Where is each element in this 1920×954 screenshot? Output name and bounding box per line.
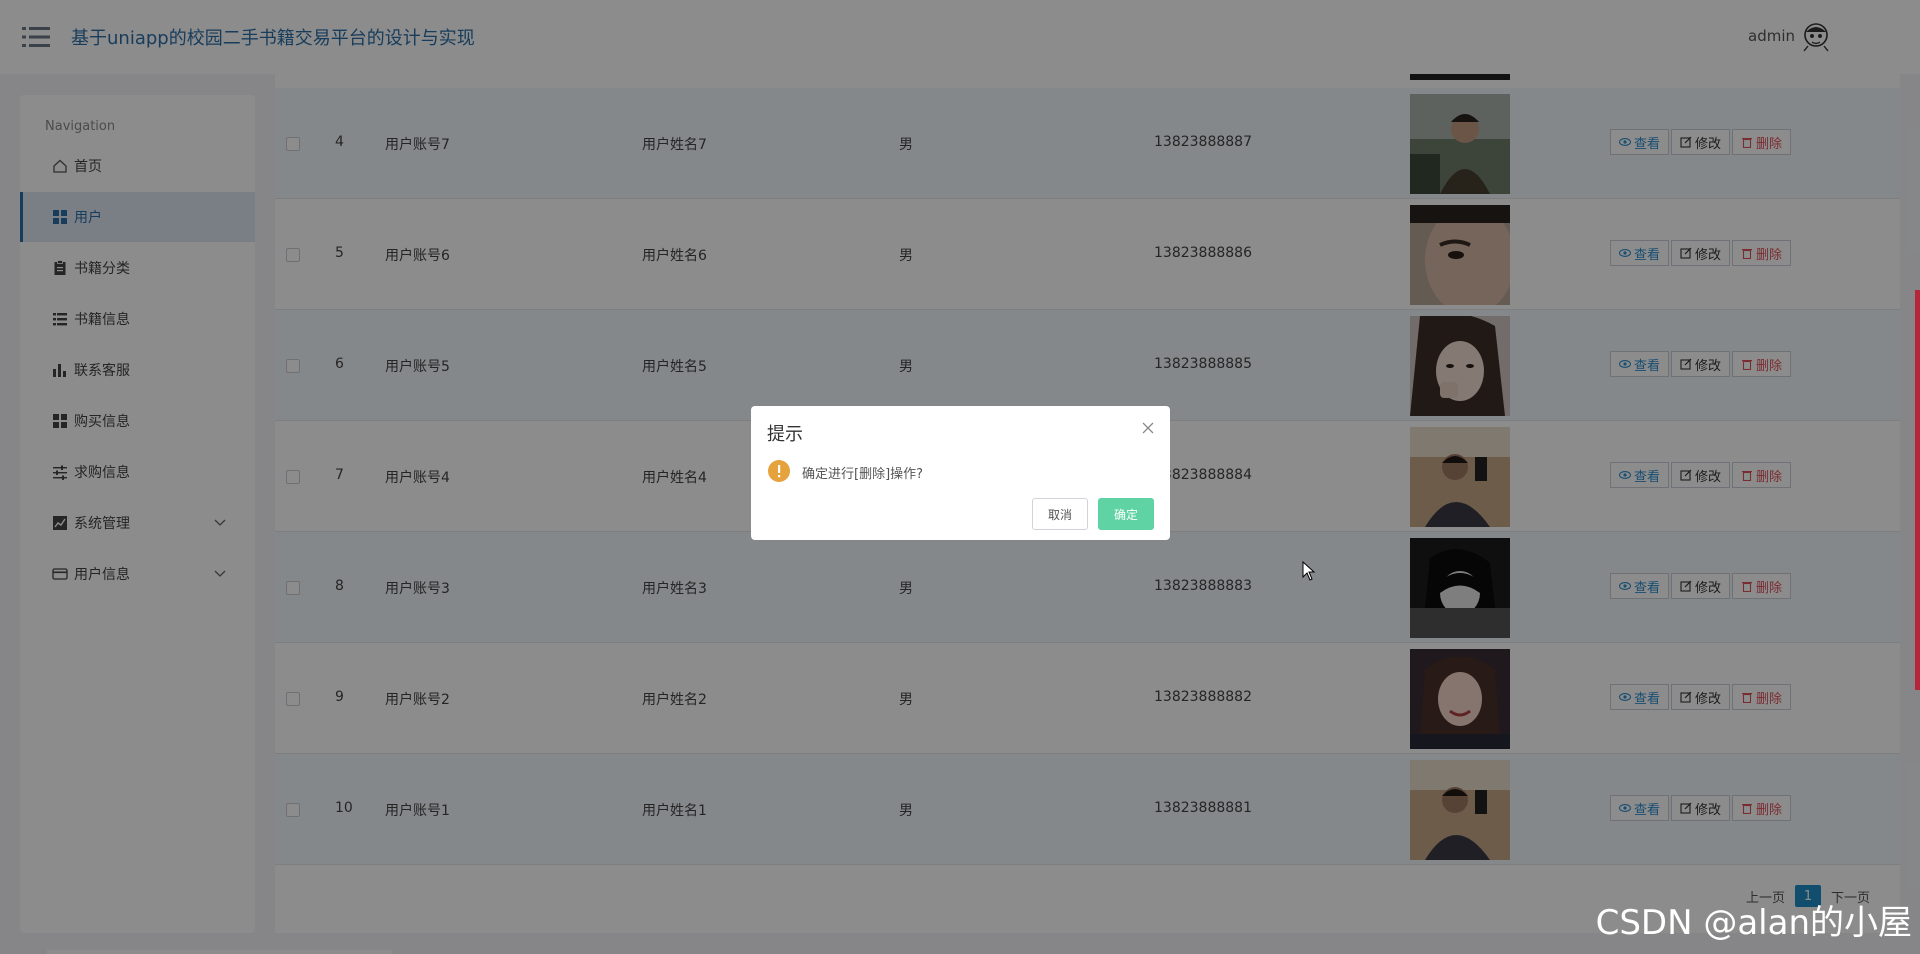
warning-icon [768,460,790,482]
confirm-dialog: 提示 确定进行[删除]操作? 取消 确定 [751,406,1170,540]
edge-strip [1915,290,1920,690]
cancel-button[interactable]: 取消 [1032,498,1088,530]
confirm-button[interactable]: 确定 [1098,498,1154,530]
dialog-title: 提示 [767,424,803,445]
mouse-cursor-icon [1302,561,1316,581]
close-icon[interactable] [1142,422,1154,434]
dialog-message: 确定进行[删除]操作? [802,467,924,482]
watermark-text: CSDN @alan的小屋 [1595,903,1912,943]
